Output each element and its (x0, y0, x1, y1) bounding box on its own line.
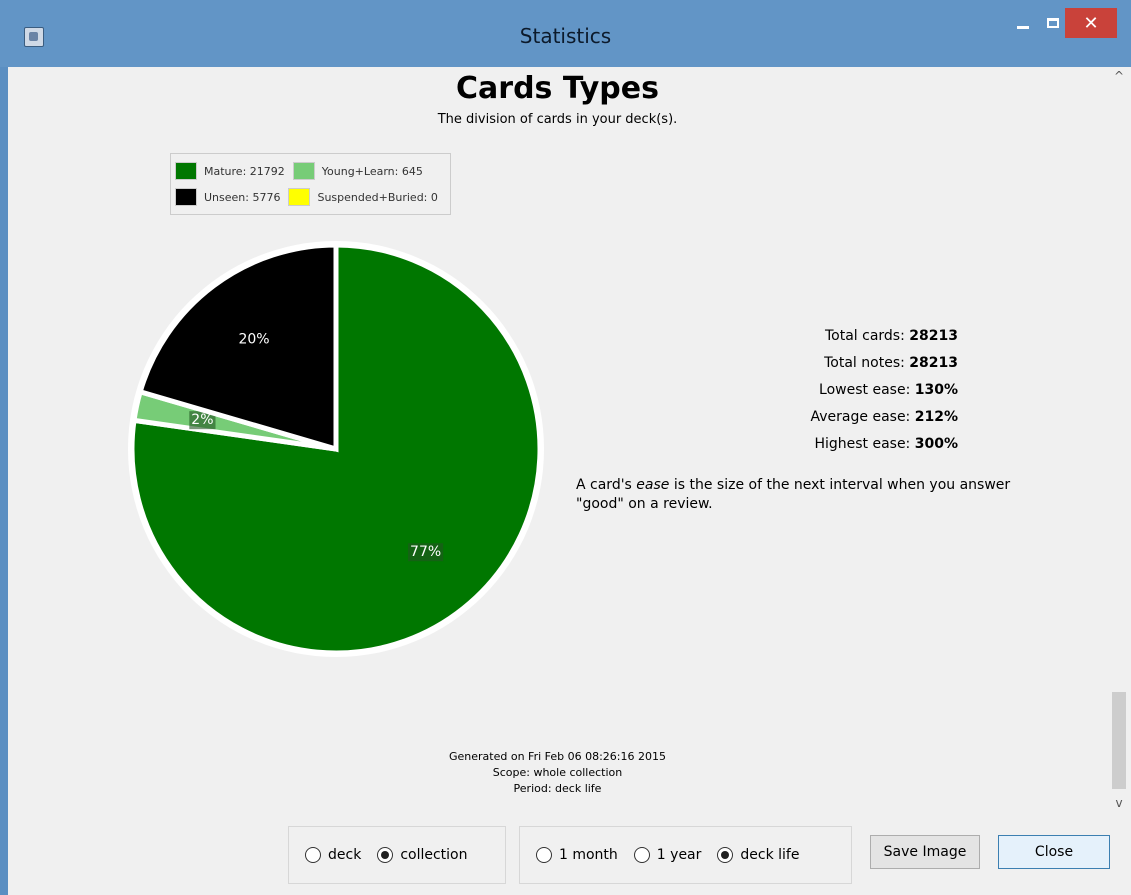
pie-label-mature: 77% (408, 543, 444, 562)
radio-deck-indicator[interactable] (305, 847, 321, 863)
radio-collection-label: collection (400, 847, 468, 863)
vertical-scrollbar[interactable]: ^ v (1107, 67, 1131, 812)
close-icon: ✕ (1083, 12, 1099, 34)
minimize-icon (1017, 25, 1029, 29)
legend-swatch-suspended-buried (288, 188, 311, 206)
scroll-thumb[interactable] (1112, 692, 1126, 789)
legend-swatch-unseen (175, 188, 197, 206)
period-info: Period: deck life (513, 782, 602, 795)
radio-deck[interactable]: deck (305, 847, 361, 863)
radio-1-year[interactable]: 1 year (633, 847, 702, 863)
period-group: 1 month 1 year deck life (519, 826, 852, 884)
radio-collection-indicator[interactable] (377, 847, 394, 863)
stats-content: Cards Types The division of cards in you… (8, 67, 1107, 812)
radio-deck-life-indicator[interactable] (717, 847, 734, 863)
scope-info: Scope: whole collection (492, 766, 623, 779)
radio-1-month[interactable]: 1 month (536, 847, 618, 863)
svg-text:77%: 77% (410, 544, 441, 560)
radio-1-month-indicator[interactable] (536, 847, 552, 863)
close-window-button[interactable]: ✕ (1065, 8, 1117, 38)
scroll-up-icon[interactable]: ^ (1107, 67, 1131, 85)
radio-deck-life-label: deck life (740, 847, 800, 863)
stat-total-cards-label: Total cards: (824, 328, 905, 344)
stat-total-notes: Total notes: 28213 (568, 350, 958, 377)
stat-highest-ease-label: Highest ease: (814, 436, 911, 452)
radio-1-year-indicator[interactable] (633, 847, 650, 863)
maximize-icon (1047, 18, 1059, 28)
stat-highest-ease-value: 300% (914, 436, 958, 452)
radio-1-month-label: 1 month (559, 847, 618, 863)
generated-timestamp: Generated on Fri Feb 06 08:26:16 2015 (448, 750, 666, 763)
stat-total-notes-value: 28213 (909, 355, 958, 371)
radio-collection[interactable]: collection (377, 847, 467, 863)
radio-1-year-label: 1 year (656, 847, 702, 863)
legend-label-young-learn: Young+Learn: 645 (321, 164, 423, 178)
chart-subtitle: The division of cards in your deck(s). (437, 112, 678, 127)
radio-deck-label: deck (328, 847, 362, 863)
stat-lowest-ease-label: Lowest ease: (819, 382, 911, 398)
stat-total-notes-label: Total notes: (824, 355, 905, 371)
stat-total-cards-value: 28213 (909, 328, 958, 344)
legend-swatch-mature (175, 162, 197, 180)
close-button[interactable]: Close (998, 835, 1110, 869)
legend-swatch-young-learn (292, 162, 315, 180)
stat-lowest-ease: Lowest ease: 130% (568, 377, 958, 404)
stat-lowest-ease-value: 130% (914, 382, 958, 398)
legend-label-suspended-buried: Suspended+Buried: 0 (317, 190, 438, 204)
ease-note-before: A card's (576, 477, 637, 493)
pie-chart: 77%2%20% (128, 241, 544, 657)
stat-average-ease: Average ease: 212% (568, 404, 958, 431)
chart-legend: Mature: 21792 Young+Learn: 645 Unseen: 5… (170, 153, 451, 215)
save-image-button[interactable]: Save Image (870, 835, 980, 869)
report-footer: Generated on Fri Feb 06 08:26:16 2015 Sc… (8, 749, 1107, 797)
scope-group: deck collection (288, 826, 506, 884)
legend-label-mature: Mature: 21792 (204, 164, 285, 178)
title-bar: Statistics ✕ (0, 0, 1131, 67)
stat-average-ease-value: 212% (914, 409, 958, 425)
bottom-bar: deck collection 1 month 1 year deck life… (8, 812, 1131, 895)
ease-explanation: A card's ease is the size of the next in… (576, 476, 1016, 514)
legend-label-unseen: Unseen: 5776 (204, 190, 281, 204)
scroll-down-icon[interactable]: v (1107, 794, 1131, 812)
radio-deck-life[interactable]: deck life (717, 847, 799, 863)
window-title: Statistics (519, 24, 612, 48)
stats-panel: Total cards: 28213 Total notes: 28213 Lo… (568, 323, 958, 458)
pie-label-unseen: 20% (238, 332, 269, 348)
svg-text:20%: 20% (238, 332, 269, 348)
chart-title: Cards Types (456, 71, 659, 106)
stat-average-ease-label: Average ease: (810, 409, 911, 425)
ease-note-emphasis: ease (636, 477, 670, 493)
stat-total-cards: Total cards: 28213 (568, 323, 958, 350)
stat-highest-ease: Highest ease: 300% (568, 431, 958, 458)
